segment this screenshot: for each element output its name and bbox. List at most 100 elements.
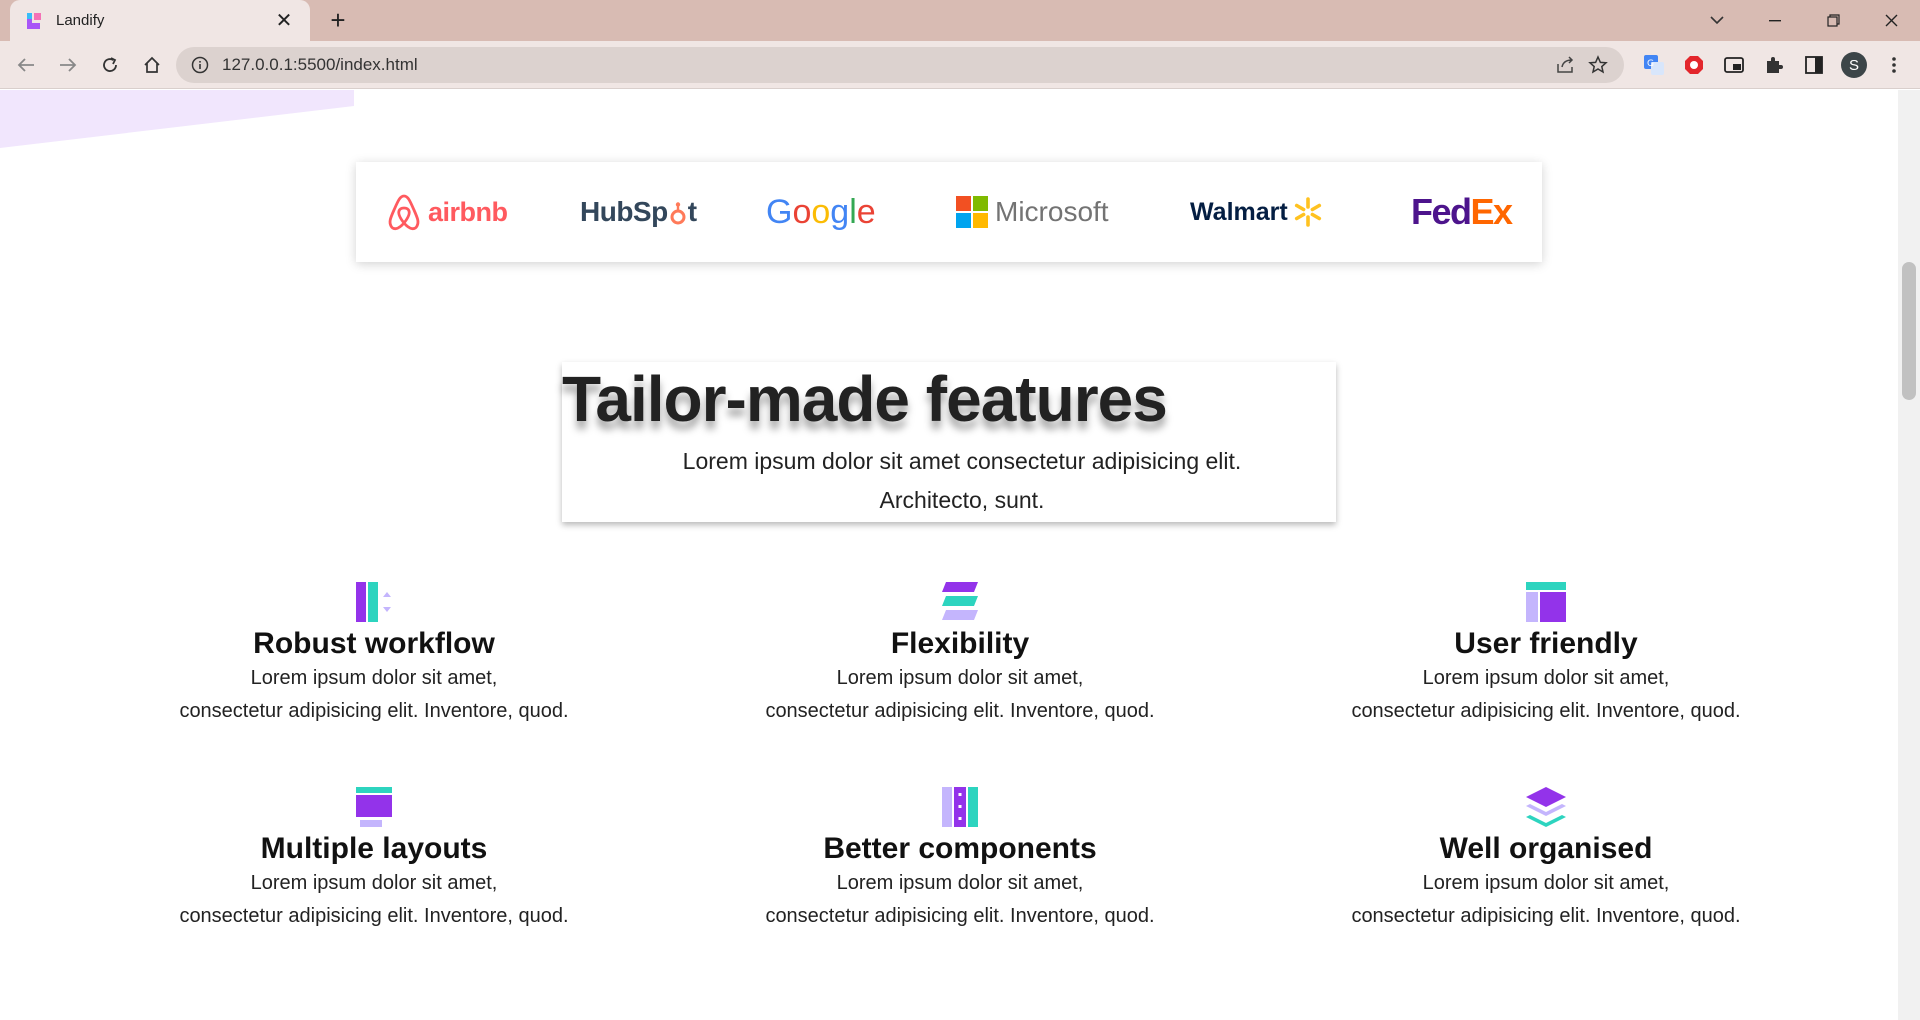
google-letter-2: o xyxy=(792,192,812,231)
browser-tab[interactable]: Landify ✕ xyxy=(10,0,310,41)
feature-desc-line2: consectetur adipisicing elit. Inventore,… xyxy=(1351,700,1741,722)
scrollbar-thumb[interactable] xyxy=(1902,262,1916,400)
page-viewport: airbnb HubSp t G o o g l e Microsoft Wal… xyxy=(0,90,1898,1020)
flexibility-icon xyxy=(942,582,978,620)
hubspot-sprocket-icon xyxy=(670,202,686,225)
feature-description: Lorem ipsum dolor sit amet, consectetur … xyxy=(1266,662,1826,728)
browser-tab-bar: Landify ✕ + xyxy=(0,0,1920,41)
tab-title: Landify xyxy=(56,12,105,29)
feature-description: Lorem ipsum dolor sit amet, consectetur … xyxy=(1266,867,1826,933)
feature-card-better-components: Better components Lorem ipsum dolor sit … xyxy=(680,785,1240,933)
close-window-icon[interactable] xyxy=(1862,0,1920,41)
feature-desc-line2: consectetur adipisicing elit. Inventore,… xyxy=(765,700,1155,722)
layouts-icon xyxy=(356,787,392,827)
feature-title: Better components xyxy=(823,832,1097,865)
airbnb-mark-icon xyxy=(388,194,420,231)
feature-desc-line1: Lorem ipsum dolor sit amet, xyxy=(1422,872,1670,894)
reload-icon[interactable] xyxy=(90,45,130,85)
site-info-icon[interactable] xyxy=(190,55,210,75)
workflow-icon xyxy=(356,582,391,622)
browser-toolbar: 127.0.0.1:5500/index.html G S xyxy=(0,41,1920,89)
back-arrow-icon[interactable] xyxy=(6,45,46,85)
feature-title: Multiple layouts xyxy=(260,832,488,865)
walmart-spark-icon xyxy=(1294,197,1321,227)
more-menu-icon[interactable] xyxy=(1874,47,1914,83)
feature-desc-line1: Lorem ipsum dolor sit amet, xyxy=(250,667,498,689)
microsoft-logo: Microsoft xyxy=(956,162,1109,262)
feature-description: Lorem ipsum dolor sit amet, consectetur … xyxy=(680,662,1240,728)
tab-search-icon[interactable] xyxy=(1688,0,1746,41)
feature-card-flexibility: Flexibility Lorem ipsum dolor sit amet, … xyxy=(680,580,1240,728)
hubspot-wordmark-a: HubSp xyxy=(580,196,668,227)
minimize-icon[interactable] xyxy=(1746,0,1804,41)
airbnb-logo: airbnb xyxy=(386,162,508,262)
feature-card-multiple-layouts: Multiple layouts Lorem ipsum dolor sit a… xyxy=(94,785,654,933)
forward-arrow-icon[interactable] xyxy=(48,45,88,85)
url-text: 127.0.0.1:5500/index.html xyxy=(222,55,418,74)
google-letter-4: g xyxy=(830,192,850,231)
feature-desc-line2: consectetur adipisicing elit. Inventore,… xyxy=(179,700,569,722)
feature-desc-line2: consectetur adipisicing elit. Inventore,… xyxy=(179,905,569,927)
google-letter-5: l xyxy=(849,192,857,231)
microsoft-wordmark: Microsoft xyxy=(995,196,1109,227)
decorative-purple-shape xyxy=(0,90,354,148)
profile-avatar[interactable]: S xyxy=(1834,47,1874,83)
feature-desc-line1: Lorem ipsum dolor sit amet, xyxy=(250,872,498,894)
feature-desc-line2: consectetur adipisicing elit. Inventore,… xyxy=(1351,905,1741,927)
google-letter-6: e xyxy=(856,192,876,231)
feature-title: Robust workflow xyxy=(253,627,495,660)
layers-icon xyxy=(1526,787,1566,827)
components-icon xyxy=(942,787,978,827)
landify-favicon-icon xyxy=(24,11,44,31)
side-panel-icon[interactable] xyxy=(1794,47,1834,83)
features-title: Tailor-made features xyxy=(562,363,1168,435)
window-controls xyxy=(1688,0,1920,41)
fedex-logo: Fed Ex xyxy=(1411,162,1514,262)
feature-desc-line2: consectetur adipisicing elit. Inventore,… xyxy=(765,905,1155,927)
features-heading-card: Tailor-made features Lorem ipsum dolor s… xyxy=(562,362,1336,522)
picture-in-picture-icon[interactable] xyxy=(1714,47,1754,83)
fedex-wordmark-a: Fed xyxy=(1411,191,1472,232)
feature-description: Lorem ipsum dolor sit amet, consectetur … xyxy=(94,662,654,728)
address-bar[interactable]: 127.0.0.1:5500/index.html xyxy=(176,47,1624,83)
translate-icon[interactable]: G xyxy=(1634,47,1674,83)
features-subtitle-line1: Lorem ipsum dolor sit amet consectetur a… xyxy=(682,448,1242,474)
feature-card-user-friendly: User friendly Lorem ipsum dolor sit amet… xyxy=(1266,580,1826,728)
new-tab-icon[interactable]: + xyxy=(324,6,352,34)
feature-card-well-organised: Well organised Lorem ipsum dolor sit ame… xyxy=(1266,785,1826,933)
home-icon[interactable] xyxy=(132,45,172,85)
feature-title: User friendly xyxy=(1454,627,1638,660)
close-tab-icon[interactable]: ✕ xyxy=(272,9,296,33)
bookmark-star-icon[interactable] xyxy=(1582,51,1614,79)
extensions-puzzle-icon[interactable] xyxy=(1754,47,1794,83)
google-letter-1: G xyxy=(766,192,793,231)
walmart-logo: Walmart xyxy=(1190,162,1324,262)
feature-card-robust-workflow: Robust workflow Lorem ipsum dolor sit am… xyxy=(94,580,654,728)
feature-description: Lorem ipsum dolor sit amet, consectetur … xyxy=(680,867,1240,933)
hubspot-wordmark-b: t xyxy=(687,196,698,227)
features-subtitle-line2: Architecto, sunt. xyxy=(879,487,1045,513)
feature-desc-line1: Lorem ipsum dolor sit amet, xyxy=(836,872,1084,894)
user-friendly-icon xyxy=(1526,582,1566,622)
google-logo: G o o g l e xyxy=(766,162,876,262)
features-subtitle: Lorem ipsum dolor sit amet consectetur a… xyxy=(582,442,1342,520)
feature-description: Lorem ipsum dolor sit amet, consectetur … xyxy=(94,867,654,933)
avatar-letter: S xyxy=(1841,52,1867,78)
hubspot-logo: HubSp t xyxy=(580,162,697,262)
fedex-wordmark-b: Ex xyxy=(1470,191,1514,232)
restore-icon[interactable] xyxy=(1804,0,1862,41)
page-scrollbar[interactable] xyxy=(1898,90,1920,1020)
svg-text:G: G xyxy=(1647,59,1654,69)
feature-title: Well organised xyxy=(1439,832,1653,865)
adblock-icon[interactable] xyxy=(1674,47,1714,83)
client-logo-strip: airbnb HubSp t G o o g l e Microsoft Wal… xyxy=(356,162,1542,262)
walmart-wordmark: Walmart xyxy=(1190,197,1288,226)
feature-title: Flexibility xyxy=(890,627,1030,660)
extensions-area: G S xyxy=(1634,47,1914,83)
microsoft-squares-icon xyxy=(956,196,988,228)
airbnb-wordmark: airbnb xyxy=(428,196,508,227)
feature-desc-line1: Lorem ipsum dolor sit amet, xyxy=(836,667,1084,689)
feature-desc-line1: Lorem ipsum dolor sit amet, xyxy=(1422,667,1670,689)
google-letter-3: o xyxy=(811,192,831,231)
share-icon[interactable] xyxy=(1550,51,1582,79)
